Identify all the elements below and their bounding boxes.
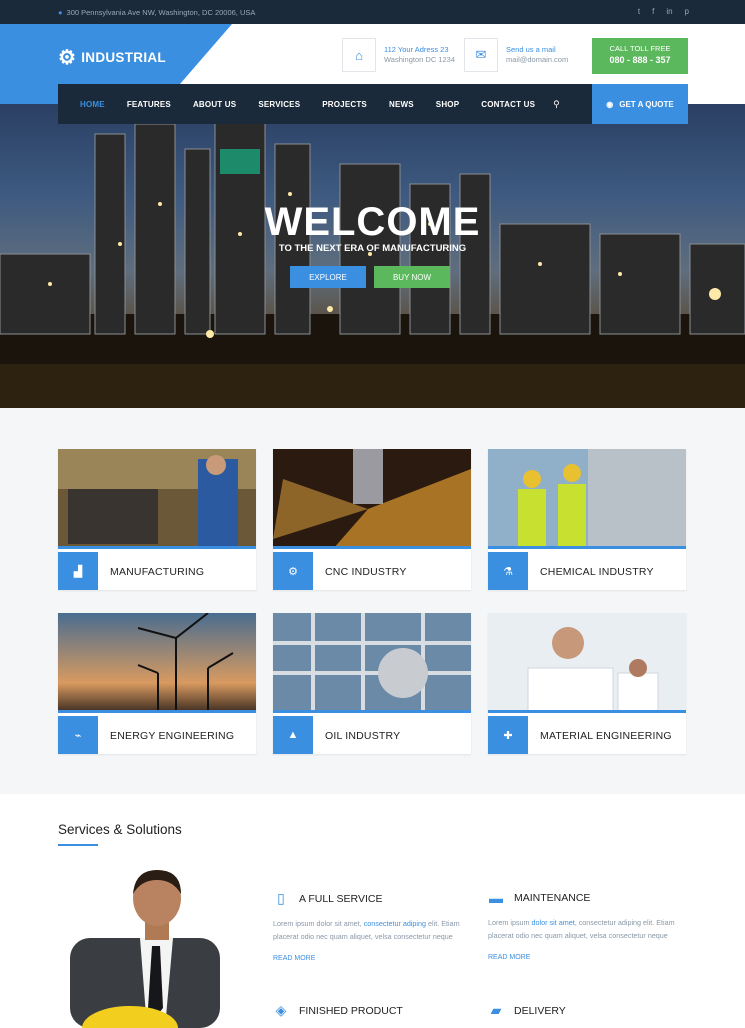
services-title: Services & Solutions: [58, 822, 182, 837]
refinery-background: [0, 113, 745, 408]
gear-logo-icon: ⚙: [58, 47, 77, 69]
read-more-link[interactable]: READ MORE: [488, 954, 693, 961]
toolbox-icon: ▬: [489, 890, 503, 906]
cnc-image: [273, 449, 471, 549]
inline-link[interactable]: dolor sit amet: [532, 918, 575, 927]
card-material-engineering[interactable]: ✚ MATERIAL ENGINEERING: [488, 613, 686, 754]
mail-icon: ✉: [464, 38, 498, 72]
nav-about-us[interactable]: ABOUT US: [193, 100, 236, 109]
card-chemical-industry[interactable]: ⚗ CHEMICAL INDUSTRY: [488, 449, 686, 590]
flask-icon: ⚗: [488, 552, 528, 590]
factory-icon: ▟: [58, 552, 98, 590]
search-icon[interactable]: ⚲: [553, 99, 560, 110]
oil-drop-icon: ▲: [273, 716, 313, 754]
address-info: ⌂ 112 Your Adress 23 Washington DC 1234: [342, 38, 455, 72]
card-manufacturing[interactable]: ▟ MANUFACTURING: [58, 449, 256, 590]
title-underline: [58, 844, 98, 846]
mail-info: ✉ Send us a mail mail@domain.com: [464, 38, 568, 72]
read-more-link[interactable]: READ MORE: [273, 955, 478, 962]
nav-contact-us[interactable]: CONTACT US: [481, 100, 535, 109]
toll-free-box[interactable]: CALL TOLL FREE 080 - 888 - 357: [592, 38, 688, 74]
buy-now-button[interactable]: BUY NOW: [374, 266, 450, 288]
explore-button[interactable]: EXPLORE: [290, 266, 366, 288]
nav-home[interactable]: HOME: [80, 100, 105, 109]
main-nav: HOME FEATURES ABOUT US SERVICES PROJECTS…: [58, 84, 688, 124]
twitter-icon[interactable]: t: [638, 7, 640, 16]
nav-features[interactable]: FEATURES: [127, 100, 171, 109]
chemical-image: [488, 449, 686, 549]
card-oil-industry[interactable]: ▲ OIL INDUSTRY: [273, 613, 471, 754]
truck-icon: ▰: [490, 1002, 502, 1018]
globe-icon: ◉: [606, 99, 614, 109]
get-quote-button[interactable]: ◉ GET A QUOTE: [592, 84, 688, 124]
facebook-icon[interactable]: f: [652, 7, 654, 16]
document-icon: ▯: [277, 890, 285, 906]
hero-title: WELCOME: [264, 200, 481, 244]
cube-icon: ◈: [275, 1002, 287, 1018]
home-icon: ⌂: [342, 38, 376, 72]
nav-projects[interactable]: PROJECTS: [322, 100, 367, 109]
service-delivery: ▰ DELIVERY: [488, 1002, 693, 1019]
plug-icon: ⌁: [58, 716, 98, 754]
nav-shop[interactable]: SHOP: [436, 100, 459, 109]
nav-services[interactable]: SERVICES: [258, 100, 300, 109]
top-address: ● 300 Pennsylvania Ave NW, Washington, DC…: [58, 8, 256, 17]
pinterest-icon[interactable]: p: [685, 7, 689, 16]
inline-link[interactable]: consectetur adiping: [364, 919, 426, 928]
card-energy-engineering[interactable]: ⌁ ENERGY ENGINEERING: [58, 612, 256, 754]
linkedin-icon[interactable]: in: [666, 7, 672, 16]
map-pin-icon: ●: [58, 8, 63, 17]
site-logo[interactable]: ⚙ INDUSTRIAL: [58, 45, 166, 70]
mail-link[interactable]: mail@domain.com: [506, 55, 568, 65]
oil-pipes-image: [273, 613, 471, 713]
card-cnc-industry[interactable]: ⚙ CNC INDUSTRY: [273, 449, 471, 590]
manufacturing-image: [58, 449, 256, 549]
service-full-service: ▯ A FULL SERVICE Lorem ipsum dolor sit am…: [273, 890, 478, 962]
puzzle-icon: ✚: [488, 716, 528, 754]
top-bar: ● 300 Pennsylvania Ave NW, Washington, DC…: [0, 0, 745, 24]
social-links: t f in p: [638, 7, 689, 16]
wind-turbine-image: [58, 612, 256, 713]
hero-subtitle: TO THE NEXT ERA OF MANUFACTURING: [278, 243, 467, 254]
lab-image: [488, 613, 686, 714]
engineer-photo: [70, 870, 220, 1028]
nav-news[interactable]: NEWS: [389, 100, 414, 109]
toll-number: 080 - 888 - 357: [609, 55, 671, 65]
gear-icon: ⚙: [273, 552, 313, 590]
service-maintenance: ▬ MAINTENANCE Lorem ipsum dolor sit amet,…: [488, 890, 693, 961]
service-finished-product: ◈ FINISHED PRODUCT: [273, 1002, 478, 1019]
hero-banner: WELCOME TO THE NEXT ERA OF MANUFACTURING…: [0, 104, 745, 408]
